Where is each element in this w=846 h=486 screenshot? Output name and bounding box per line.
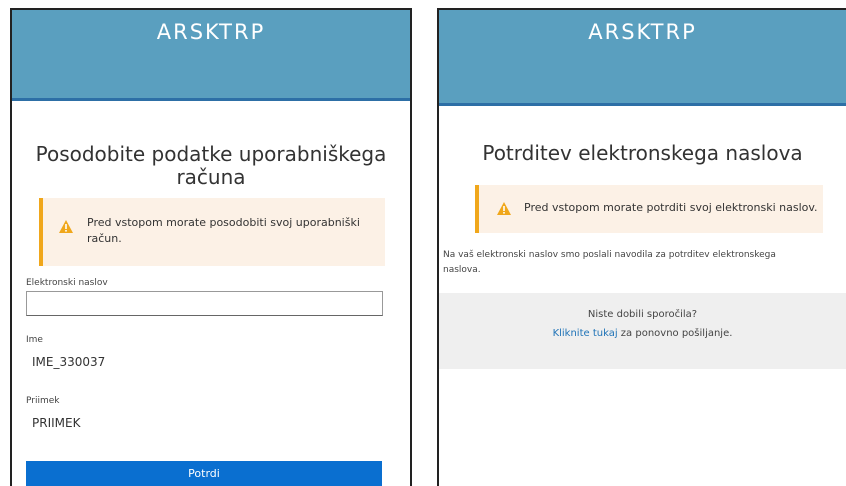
header-bar: ARSKTRP: [439, 10, 846, 106]
submit-button[interactable]: Potrdi: [26, 461, 382, 486]
resend-link[interactable]: Kliknite tukaj: [553, 328, 618, 339]
brand-title: ARSKTRP: [588, 20, 697, 44]
info-text-line1: Na vaš elektronski naslov smo poslali na…: [443, 250, 776, 260]
resend-suffix: za ponovno pošiljanje.: [617, 328, 733, 339]
surname-value: PRIIMEK: [32, 416, 81, 430]
update-account-panel: ARSKTRP Posodobite podatke uporabniškega…: [10, 8, 412, 486]
alert-text-line2: račun.: [87, 232, 122, 245]
email-label: Elektronski naslov: [26, 278, 108, 288]
warning-alert: Pred vstopom morate potrditi svoj elektr…: [475, 185, 823, 233]
page-title-line2: računa: [176, 165, 246, 189]
confirm-email-panel: ARSKTRP Potrditev elektronskega naslova …: [437, 8, 846, 486]
email-field[interactable]: [26, 291, 383, 316]
page-title-line1: Posodobite podatke uporabniškega: [35, 142, 387, 166]
alert-text: Pred vstopom morate potrditi svoj elektr…: [524, 201, 818, 214]
warning-icon: [497, 202, 511, 215]
warning-alert: Pred vstopom morate posodobiti svoj upor…: [39, 198, 385, 266]
warning-icon: [59, 220, 73, 233]
info-text-line2: naslova.: [443, 265, 481, 275]
brand-title: ARSKTRP: [156, 20, 266, 44]
resend-line: Kliknite tukaj za ponovno pošiljanje.: [439, 328, 846, 339]
name-label: Ime: [26, 335, 43, 345]
alert-text-line1: Pred vstopom morate posodobiti svoj upor…: [87, 216, 360, 229]
resend-question: Niste dobili sporočila?: [587, 309, 698, 320]
resend-box: Niste dobili sporočila? Kliknite tukaj z…: [439, 293, 846, 369]
page-title: Potrditev elektronskega naslova: [482, 141, 803, 165]
surname-label: Priimek: [26, 396, 60, 406]
name-value: IME_330037: [32, 355, 106, 369]
header-bar: ARSKTRP: [12, 10, 410, 101]
